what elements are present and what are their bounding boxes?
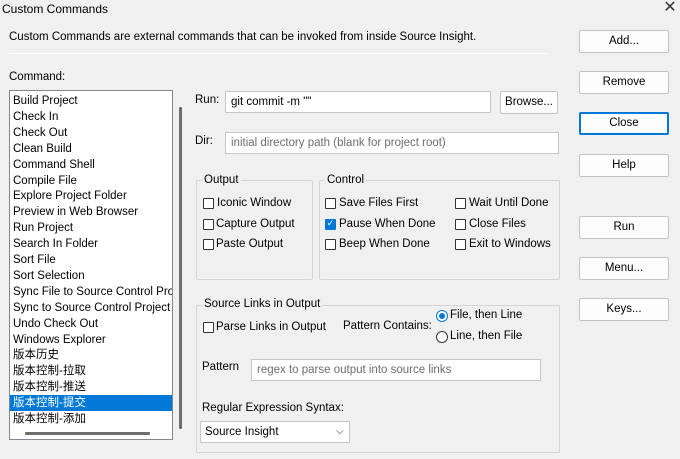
list-item[interactable]: Sort File	[10, 252, 172, 268]
list-item[interactable]: Command Shell	[10, 157, 172, 173]
list-item[interactable]: Compile File	[10, 173, 172, 189]
source-links-group-title: Source Links in Output	[202, 298, 323, 310]
line-then-file-radio[interactable]	[436, 331, 448, 343]
close-icon[interactable]: ✕	[660, 0, 680, 18]
close-files-checkbox[interactable]	[455, 219, 466, 230]
parse-links-label: Parse Links in Output	[216, 321, 326, 333]
command-listbox[interactable]: Build Project Check In Check Out Clean Buil…	[9, 90, 173, 440]
list-item[interactable]: Windows Explorer	[10, 332, 172, 348]
syntax-select[interactable]: Source Insight ⌵	[200, 421, 350, 443]
parse-links-checkbox[interactable]	[203, 322, 214, 333]
list-item[interactable]: 版本历史	[10, 347, 172, 363]
list-item[interactable]: Sort Selection	[10, 268, 172, 284]
list-item[interactable]: Build Project	[10, 93, 172, 109]
horizontal-scrollbar[interactable]	[25, 432, 150, 435]
menu-button[interactable]: Menu...	[579, 257, 669, 280]
list-item[interactable]: 版本控制-添加	[10, 411, 172, 427]
wait-until-done-label: Wait Until Done	[469, 197, 549, 209]
iconic-window-checkbox[interactable]	[203, 198, 214, 209]
beep-when-done-checkbox[interactable]	[325, 239, 336, 250]
beep-when-done-label: Beep When Done	[339, 238, 430, 250]
pattern-input[interactable]: regex to parse output into source links	[251, 359, 541, 381]
list-item[interactable]: Sync to Source Control Project	[10, 300, 172, 316]
description-text: Custom Commands are external commands th…	[9, 31, 477, 43]
close-files-label: Close Files	[469, 218, 526, 230]
iconic-window-label: Iconic Window	[217, 197, 292, 209]
vertical-scrollbar[interactable]	[179, 107, 182, 429]
list-item[interactable]: Preview in Web Browser	[10, 204, 172, 220]
list-item[interactable]: Run Project	[10, 220, 172, 236]
run-input[interactable]: git commit -m ""	[225, 91, 491, 113]
control-group-title: Control	[325, 174, 367, 186]
control-group	[319, 180, 560, 280]
list-item[interactable]: Clean Build	[10, 141, 172, 157]
separator	[9, 53, 547, 54]
help-button[interactable]: Help	[579, 154, 669, 177]
output-group-title: Output	[202, 174, 241, 186]
list-item[interactable]: Sync File to Source Control Pro	[10, 284, 172, 300]
output-group	[196, 180, 313, 280]
dir-input[interactable]: initial directory path (blank for projec…	[225, 132, 559, 154]
add-button[interactable]: Add...	[579, 30, 669, 53]
list-item[interactable]: Check In	[10, 109, 172, 125]
paste-output-checkbox[interactable]	[203, 239, 214, 250]
close-button[interactable]: Close	[579, 112, 669, 135]
paste-output-label: Paste Output	[216, 238, 284, 250]
file-then-line-radio[interactable]	[436, 310, 448, 322]
capture-output-checkbox[interactable]	[203, 219, 214, 230]
wait-until-done-checkbox[interactable]	[455, 198, 466, 209]
file-then-line-label: File, then Line	[450, 309, 523, 321]
pattern-contains-label: Pattern Contains:	[343, 320, 432, 332]
list-item[interactable]: Check Out	[10, 125, 172, 141]
save-files-first-label: Save Files First	[339, 197, 419, 209]
list-item[interactable]: 版本控制-拉取	[10, 363, 172, 379]
check-icon: ✓	[326, 219, 335, 229]
capture-output-label: Capture Output	[216, 218, 295, 230]
pattern-label: Pattern	[202, 361, 240, 373]
list-item[interactable]: Explore Project Folder	[10, 188, 172, 204]
syntax-label: Regular Expression Syntax:	[202, 402, 344, 414]
run-label: Run:	[195, 94, 220, 106]
exit-to-windows-checkbox[interactable]	[455, 239, 466, 250]
remove-button[interactable]: Remove	[579, 71, 669, 94]
pause-when-done-label: Pause When Done	[339, 218, 436, 230]
list-item[interactable]: Search In Folder	[10, 236, 172, 252]
keys-button[interactable]: Keys...	[579, 298, 669, 321]
browse-button[interactable]: Browse...	[500, 91, 558, 114]
exit-to-windows-label: Exit to Windows	[469, 238, 551, 250]
list-item[interactable]: 版本控制-推送	[10, 379, 172, 395]
window-title: Custom Commands	[2, 2, 109, 16]
syntax-value: Source Insight	[205, 426, 279, 438]
dir-label: Dir:	[195, 135, 213, 147]
list-item[interactable]: 版本控制-提交	[10, 395, 172, 412]
pause-when-done-checkbox[interactable]: ✓	[325, 219, 336, 230]
command-label: Command:	[9, 71, 66, 83]
save-files-first-checkbox[interactable]	[325, 198, 336, 209]
run-button[interactable]: Run	[579, 216, 669, 239]
line-then-file-label: Line, then File	[450, 330, 523, 342]
list-item[interactable]: Undo Check Out	[10, 316, 172, 332]
chevron-down-icon: ⌵	[336, 426, 344, 437]
